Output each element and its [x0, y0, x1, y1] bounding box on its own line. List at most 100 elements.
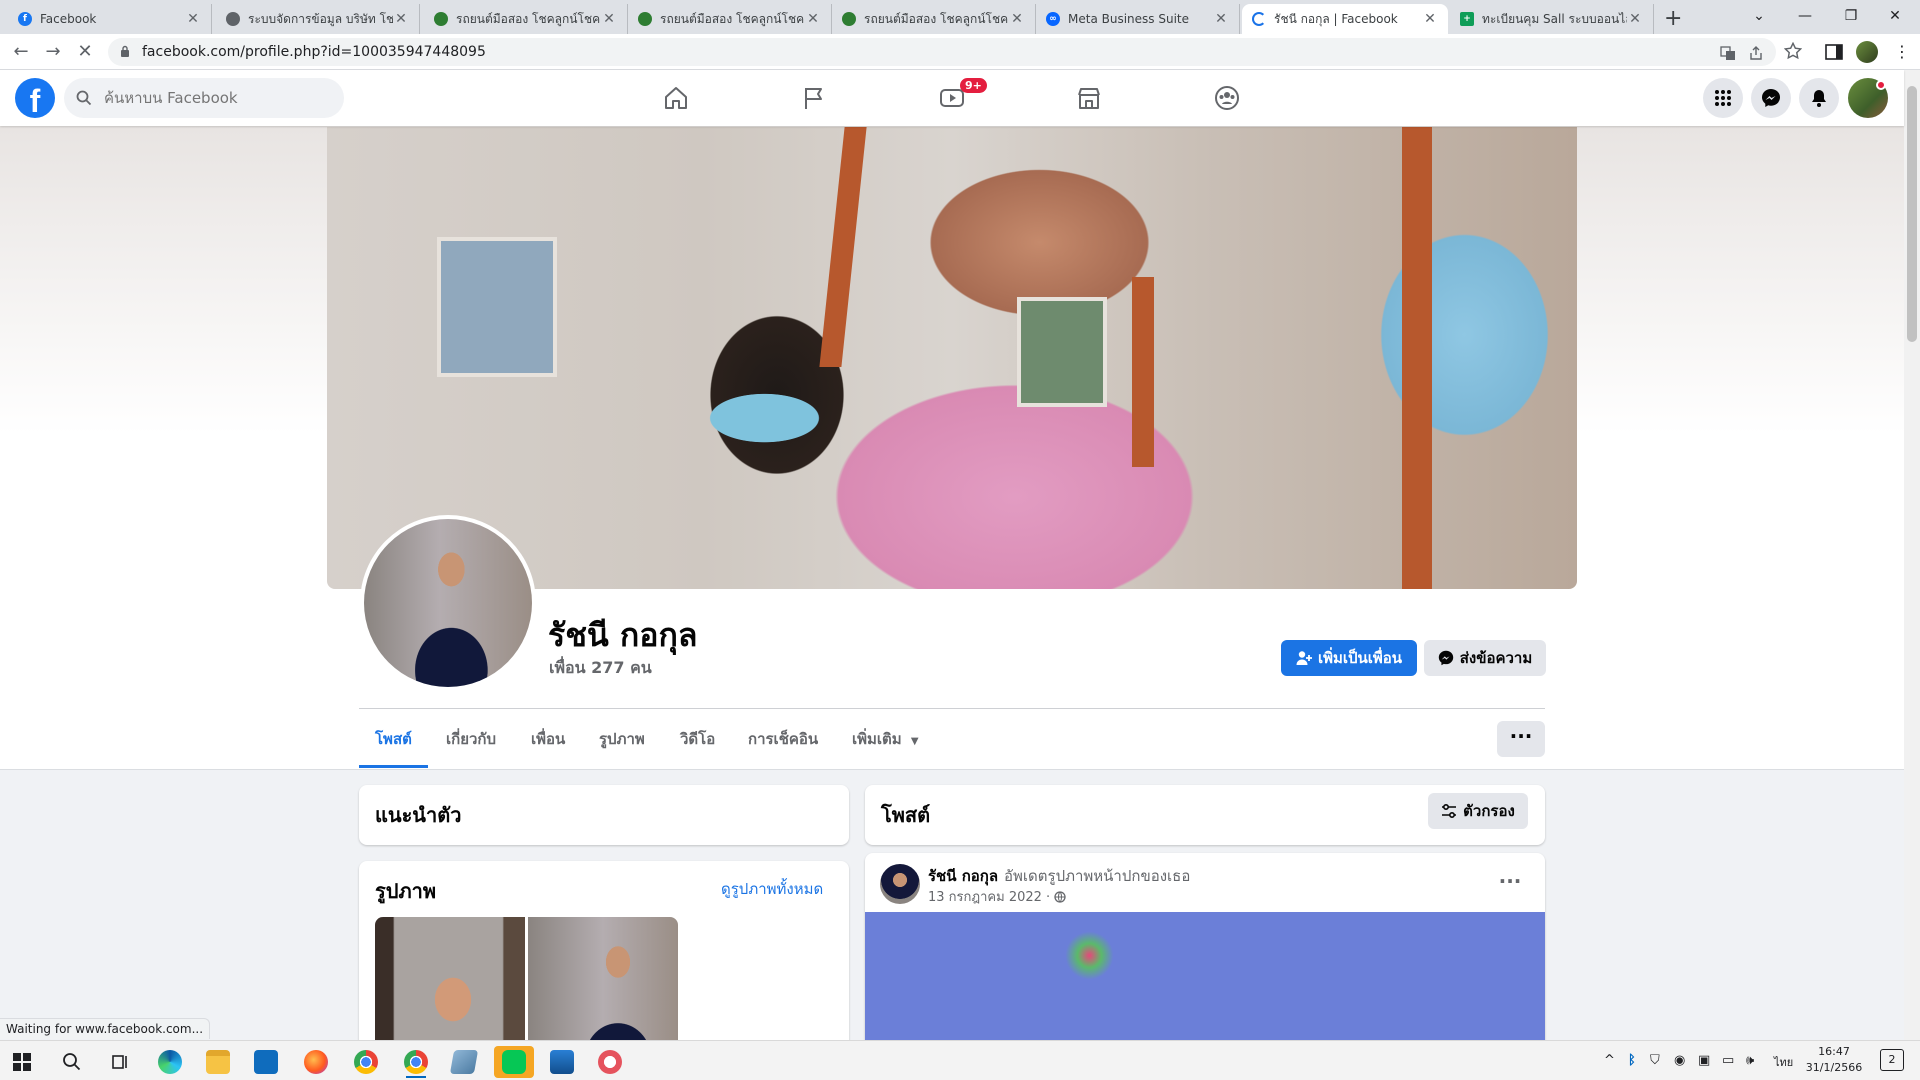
translate-icon[interactable] [1720, 45, 1736, 61]
nav-watch[interactable]: 9+ [896, 70, 1008, 126]
profile-more-options-button[interactable]: ··· [1497, 721, 1545, 757]
forward-arrow-icon[interactable]: → [40, 40, 66, 64]
close-tab-icon[interactable]: ✕ [1422, 11, 1438, 27]
snipping-tool-icon [598, 1050, 622, 1074]
intro-title: แนะนำตัว [375, 803, 462, 827]
intro-card: แนะนำตัว [359, 785, 849, 845]
taskbar-firefox[interactable] [296, 1046, 336, 1078]
taskbar-edge[interactable] [150, 1046, 190, 1078]
new-tab-icon[interactable]: + [1664, 6, 1682, 31]
post-date[interactable]: 13 กรกฎาคม 2022 · [928, 886, 1050, 907]
browser-tab-cars-3[interactable]: รถยนต์มือสอง โชคลูกน์โชค อุดร ✕ [832, 4, 1036, 34]
close-window-icon[interactable]: ✕ [1872, 2, 1918, 30]
facebook-search-input[interactable] [64, 78, 344, 118]
close-tab-icon[interactable]: ✕ [1009, 11, 1025, 27]
show-hidden-icons-icon[interactable]: ^ [1604, 1053, 1615, 1068]
kebab-menu-icon[interactable]: ⋮ [1892, 42, 1912, 62]
bluetooth-icon[interactable]: ᛒ [1628, 1053, 1636, 1068]
cover-photo-detail [1132, 277, 1154, 467]
nav-home[interactable] [620, 70, 732, 126]
filter-button[interactable]: ตัวกรอง [1428, 793, 1528, 829]
tab-friends[interactable]: เพื่อน [515, 710, 581, 768]
browser-tab-facebook[interactable]: f Facebook ✕ [8, 4, 212, 34]
taskbar-chrome[interactable] [346, 1046, 386, 1078]
tab-posts[interactable]: โพสต์ [359, 710, 428, 768]
cover-photo-detail [1017, 297, 1107, 407]
share-icon[interactable] [1748, 45, 1764, 61]
bookmark-star-icon[interactable] [1784, 42, 1802, 60]
stop-loading-icon[interactable]: ✕ [72, 40, 98, 64]
close-tab-icon[interactable]: ✕ [185, 11, 201, 27]
app-icon [449, 1050, 479, 1074]
cover-photo[interactable] [327, 127, 1577, 589]
tab-search-icon[interactable]: ⌄ [1736, 2, 1782, 30]
taskbar-mail[interactable] [246, 1046, 286, 1078]
display-icon[interactable]: ▣ [1698, 1053, 1710, 1068]
photos-title: รูปภาพ [375, 879, 437, 903]
close-tab-icon[interactable]: ✕ [1213, 11, 1229, 27]
browser-tab-cars-2[interactable]: รถยนต์มือสอง โชคลูกน์โชค อุดร ✕ [628, 4, 832, 34]
close-tab-icon[interactable]: ✕ [601, 11, 617, 27]
volume-icon[interactable]: 🕪 [1746, 1053, 1754, 1068]
nav-pages[interactable] [758, 70, 870, 126]
profile-picture[interactable] [360, 515, 536, 691]
browser-tab-cars-1[interactable]: รถยนต์มือสอง โชคลูกน์โชค อุดร ✕ [424, 4, 628, 34]
menu-button[interactable] [1703, 78, 1743, 118]
browser-tab-profile[interactable]: รัชนี กอกุล | Facebook ✕ [1242, 4, 1448, 34]
taskbar-app[interactable] [444, 1046, 484, 1078]
taskbar-search[interactable] [52, 1046, 92, 1078]
browser-tab-meta[interactable]: ∞ Meta Business Suite ✕ [1036, 4, 1240, 34]
site-favicon-icon [638, 12, 652, 26]
start-button[interactable] [2, 1046, 42, 1078]
taskbar-clock[interactable]: 16:47 31/1/2566 [1800, 1044, 1868, 1076]
add-friend-button[interactable]: เพิ่มเป็นเพื่อน [1281, 640, 1417, 676]
tab-photos[interactable]: รูปภาพ [583, 710, 661, 768]
groups-icon [1215, 86, 1239, 110]
photos-icon [550, 1050, 574, 1074]
taskbar-photos[interactable] [542, 1046, 582, 1078]
public-globe-icon [1054, 890, 1066, 903]
tab-checkins[interactable]: การเช็คอิน [732, 710, 834, 768]
profile-avatar-icon[interactable] [1856, 41, 1878, 63]
minimize-icon[interactable]: — [1782, 2, 1828, 30]
tray-app-icon[interactable]: ◉ [1674, 1053, 1685, 1068]
nav-marketplace[interactable] [1033, 70, 1145, 126]
browser-tab-management[interactable]: ระบบจัดการข้อมูล บริษัท โชคลู ✕ [216, 4, 420, 34]
address-bar[interactable]: facebook.com/profile.php?id=100035947448… [108, 38, 1776, 66]
taskbar-line[interactable] [494, 1046, 534, 1078]
browser-tab-sheets[interactable]: + ทะเบียนคุม Sall ระบบออนไลน์ ✕ [1450, 4, 1654, 34]
side-panel-icon[interactable] [1824, 42, 1844, 62]
nav-groups[interactable] [1171, 70, 1283, 126]
grid-menu-icon [1715, 90, 1731, 106]
site-favicon-icon [434, 12, 448, 26]
tab-more[interactable]: เพิ่มเติม ▼ [836, 710, 935, 768]
taskbar-snipping[interactable] [590, 1046, 630, 1078]
back-arrow-icon[interactable]: ← [8, 40, 34, 64]
task-view[interactable] [100, 1046, 140, 1078]
taskbar-explorer[interactable] [198, 1046, 238, 1078]
scrollbar-thumb[interactable] [1907, 86, 1917, 342]
tab-videos[interactable]: วิดีโอ [664, 710, 731, 768]
security-shield-icon[interactable]: ⛉ [1650, 1053, 1660, 1068]
notifications-button[interactable] [1799, 78, 1839, 118]
taskbar-chrome-profile[interactable] [396, 1046, 436, 1078]
post-author-name[interactable]: รัชนี กอกุล [928, 864, 998, 888]
tab-about[interactable]: เกี่ยวกับ [430, 710, 512, 768]
network-icon[interactable]: ▭ [1722, 1053, 1734, 1068]
messenger-button[interactable] [1751, 78, 1791, 118]
close-tab-icon[interactable]: ✕ [805, 11, 821, 27]
facebook-logo-icon[interactable]: f [15, 78, 55, 119]
close-tab-icon[interactable]: ✕ [393, 11, 409, 27]
close-tab-icon[interactable]: ✕ [1627, 11, 1643, 27]
friend-count[interactable]: เพื่อน 277 คน [549, 656, 652, 681]
notification-center-icon[interactable]: 2 [1880, 1049, 1904, 1071]
home-icon [665, 87, 687, 109]
post-image[interactable] [865, 912, 1545, 1040]
see-all-photos-link[interactable]: ดูรูปภาพทั้งหมด [721, 877, 823, 901]
post-options-button[interactable]: ··· [1494, 868, 1526, 900]
send-message-button[interactable]: ส่งข้อความ [1424, 640, 1546, 676]
restore-icon[interactable]: ❐ [1828, 2, 1874, 30]
firefox-icon [304, 1050, 328, 1074]
post-author-avatar[interactable] [880, 864, 920, 904]
language-indicator[interactable]: ไทย [1774, 1053, 1793, 1071]
